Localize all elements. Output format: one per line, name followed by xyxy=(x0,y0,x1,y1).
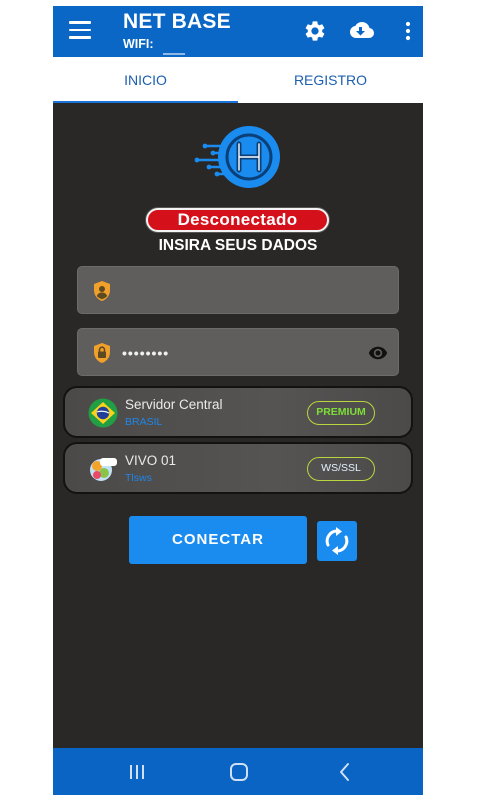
tab-registro[interactable]: REGISTRO xyxy=(238,57,423,103)
payload-name: VIVO 01 xyxy=(125,453,177,468)
refresh-icon xyxy=(325,527,349,555)
wifi-label: WIFI: xyxy=(123,37,154,51)
cloud-download-icon[interactable] xyxy=(347,18,375,42)
brazil-flag-icon xyxy=(88,398,118,428)
back-icon[interactable] xyxy=(333,760,357,784)
lock-shield-icon xyxy=(94,343,110,363)
connection-status-label: Desconectado xyxy=(177,210,298,229)
username-input[interactable] xyxy=(122,275,352,307)
tab-bar: INICIO REGISTRO xyxy=(53,57,423,103)
password-input[interactable] xyxy=(122,337,352,369)
password-field[interactable] xyxy=(77,328,399,376)
tab-inicio[interactable]: INICIO xyxy=(53,57,238,103)
premium-badge: PREMIUM xyxy=(307,401,375,425)
refresh-button[interactable] xyxy=(317,521,357,561)
username-field[interactable] xyxy=(77,266,399,314)
eye-icon[interactable] xyxy=(368,343,388,363)
system-nav-bar xyxy=(53,748,423,795)
server-name: Servidor Central xyxy=(125,397,223,412)
phone-screen: NET BASE WIFI: INICIO REGISTRO Desconect… xyxy=(53,6,423,795)
wifi-value-underline xyxy=(163,53,185,55)
home-icon[interactable] xyxy=(227,760,251,784)
connection-status-badge: Desconectado xyxy=(146,208,329,232)
hamburger-menu-icon[interactable] xyxy=(69,21,91,41)
payload-selector[interactable]: VIVO 01 Tlsws WS/SSL xyxy=(63,442,413,494)
app-bar: NET BASE WIFI: xyxy=(53,6,423,57)
vivo-logo-icon xyxy=(90,458,117,481)
server-selector[interactable]: Servidor Central BRASIL PREMIUM xyxy=(63,386,413,438)
more-vert-icon[interactable] xyxy=(396,19,420,43)
app-title: NET BASE xyxy=(123,10,231,33)
form-prompt: INSIRA SEUS DADOS xyxy=(158,237,318,254)
tab-selected-indicator xyxy=(53,101,238,103)
app-logo-icon xyxy=(194,126,280,188)
payload-type: Tlsws xyxy=(125,472,152,484)
gear-icon[interactable] xyxy=(303,19,327,43)
recents-icon[interactable] xyxy=(125,760,149,784)
protocol-badge: WS/SSL xyxy=(307,457,375,481)
server-region: BRASIL xyxy=(125,416,163,428)
connect-button[interactable]: CONECTAR xyxy=(129,516,307,564)
user-shield-icon xyxy=(94,281,110,301)
